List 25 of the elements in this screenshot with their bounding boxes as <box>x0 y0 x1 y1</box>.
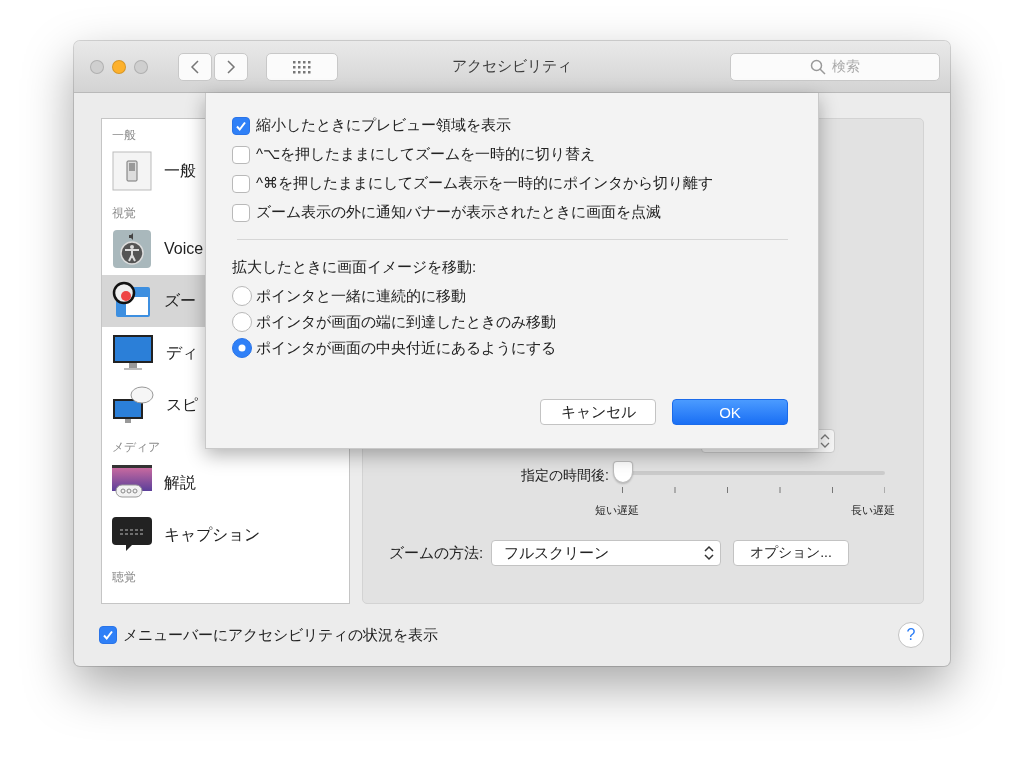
slider-label: 指定の時間後: <box>520 466 610 485</box>
section-header: 聴覚 <box>112 570 136 584</box>
category-label: スピ <box>166 394 198 415</box>
category-label: ディ <box>166 342 198 363</box>
radio-label: ポインタが画面の端に到達したときのみ移動 <box>256 312 556 332</box>
section-header: 一般 <box>112 128 136 142</box>
section-header: メディア <box>112 440 160 454</box>
radio-label: ポインタと一緒に連続的に移動 <box>256 286 466 306</box>
category-label: 一般 <box>164 160 196 181</box>
checkbox-label: メニューバーにアクセシビリティの状況を表示 <box>123 625 438 645</box>
group-label: 拡大したときに画面イメージを移動: <box>232 258 478 277</box>
zoom-method-label: ズームの方法: <box>389 543 484 563</box>
max-label: 長い遅延 <box>851 503 895 518</box>
section-header: 視覚 <box>112 206 136 220</box>
category-label: ズー <box>164 290 196 311</box>
checkbox-label: ズーム表示の外に通知バナーが表示されたときに画面を点滅 <box>256 203 661 222</box>
radio-label: ポインタが画面の中央付近にあるようにする <box>256 338 556 358</box>
category-label: キャプション <box>164 524 260 545</box>
checkbox-label: ^⌘を押したままにしてズーム表示を一時的にポインタから切り離す <box>256 174 714 193</box>
checkbox-label: 縮小したときにプレビュー領域を表示 <box>256 116 511 135</box>
checkbox-label: ^⌥を押したままにしてズームを一時的に切り替え <box>256 145 596 164</box>
window-title: アクセシビリティ <box>452 57 572 76</box>
category-label: Voice <box>164 240 204 258</box>
category-label: 解説 <box>164 472 196 493</box>
min-label: 短い遅延 <box>595 503 639 518</box>
